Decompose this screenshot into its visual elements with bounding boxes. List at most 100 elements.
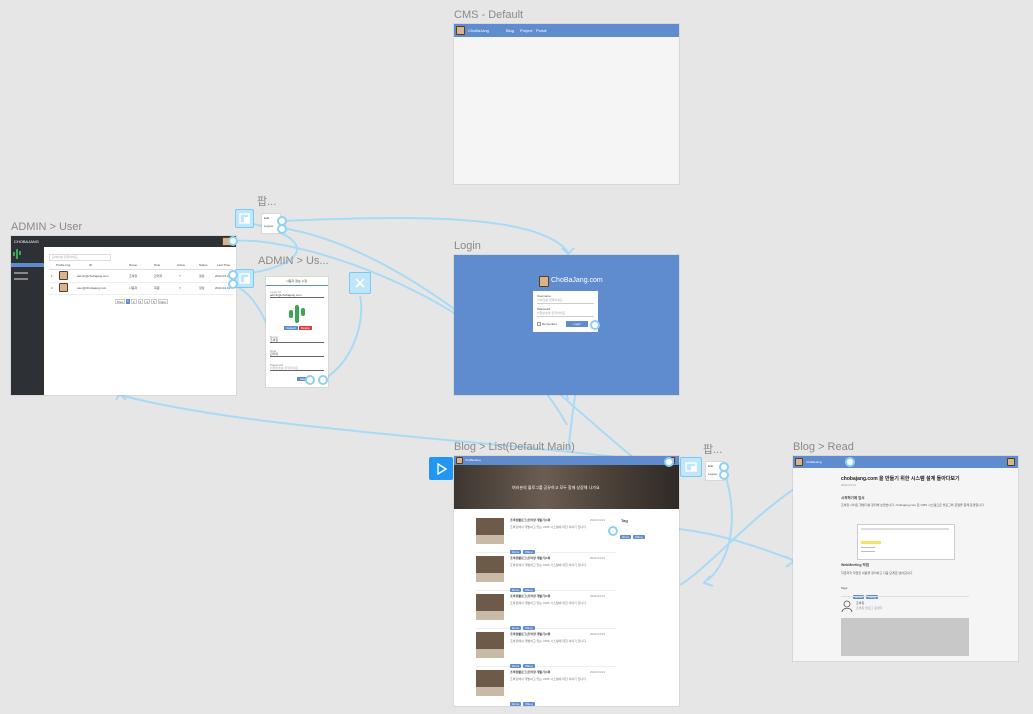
sidebar-item-2[interactable]	[14, 278, 28, 280]
post-thumbnail	[476, 632, 504, 658]
password-input[interactable]: 비밀번호를 입력하세요	[537, 311, 594, 317]
pager-page-3[interactable]: 3	[137, 299, 144, 304]
login-id-field[interactable]: Login Id admin@chobajang.com	[270, 290, 324, 298]
brand-logo-icon	[795, 458, 803, 466]
link-handle[interactable]	[277, 224, 287, 234]
delete-button[interactable]: Delete	[299, 326, 312, 330]
board-label-cms-default[interactable]: CMS - Default	[454, 9, 523, 21]
admin-brand: CHOBAJANG	[14, 239, 39, 244]
password-field[interactable]: Password 비밀번호를 입력하세요	[270, 363, 324, 371]
popup-item-edit[interactable]: Edit	[708, 464, 713, 468]
link-handle[interactable]	[305, 375, 315, 385]
tag-pill[interactable]: #cms	[620, 535, 632, 539]
pager-next[interactable]: Next	[157, 299, 168, 304]
brand-name: ChoBaJang	[806, 460, 822, 464]
edit-modal-header: 사용자 정보 수정	[266, 277, 328, 286]
close-overlay-hotspot[interactable]	[349, 272, 371, 294]
top-nav-bar: ChoBaJang	[793, 456, 1018, 468]
link-handle[interactable]	[590, 320, 600, 330]
link-handle[interactable]	[664, 457, 674, 467]
board-cms-default[interactable]: ChoBaJang Blog Project Portal	[454, 24, 679, 184]
list-item[interactable]: 조바장블로그(조바장 개발기)1화 2022.04.01 조바장에서 개발하고 …	[476, 628, 616, 668]
board-admin-user[interactable]: CHOBAJANG 검색어를 입력하세요 Profile Img ID Name…	[11, 236, 236, 395]
board-admin-user-edit[interactable]: 사용자 정보 수정 Login Id admin@chobajang.com U…	[266, 277, 328, 387]
section-heading: WebMeeting 작업	[841, 563, 869, 567]
pagination: Prev 1 2 3 4 5 Next	[115, 299, 168, 304]
upload-button[interactable]: Upload	[284, 326, 298, 330]
post-list: 조바장블로그(조바장 개발기)1화 2022.04.01 조바장에서 개발하고 …	[476, 514, 616, 706]
pager-page-4[interactable]: 4	[144, 299, 150, 304]
board-label-admin-user[interactable]: ADMIN > User	[11, 221, 82, 233]
pager-page-5[interactable]: 5	[150, 299, 157, 304]
link-handle[interactable]	[719, 470, 729, 480]
overlay-hotspot-icon[interactable]	[235, 209, 254, 228]
post-thumbnail	[476, 594, 504, 620]
tag-list: #cms #blog	[620, 525, 647, 543]
board-label-login[interactable]: Login	[454, 240, 481, 252]
author-name: 조바장	[856, 601, 865, 605]
post-thumbnail	[476, 556, 504, 582]
role-field[interactable]: Role 관리자	[270, 349, 324, 357]
section-heading: 시작하기에 앞서	[841, 496, 865, 500]
post-body: 조바장 사이트 개발기를 정리해 보았습니다. chobajang.com 은 …	[841, 503, 985, 507]
board-blog-list[interactable]: ChoBaJang 여러분의 블로그를 공유하고 모두 함께 성장해 나가요 T…	[454, 456, 679, 706]
top-nav-bar: ChoBaJang Blog Project Portal	[454, 24, 679, 37]
list-item[interactable]: 조바장블로그(조바장 개발기)1화 2022.04.01 조바장에서 개발하고 …	[476, 590, 616, 630]
username-input[interactable]: 아이디를 입력하세요	[537, 298, 594, 304]
pager-page-2[interactable]: 2	[130, 299, 137, 304]
board-label-blog-read[interactable]: Blog > Read	[793, 441, 854, 453]
admin-table-header: Profile Img ID Name Role Active Status L…	[49, 263, 233, 270]
popup-item-logout[interactable]: Logout	[708, 472, 717, 476]
popup-item-edit[interactable]: Edit	[264, 216, 269, 220]
pager-prev[interactable]: Prev	[115, 299, 126, 304]
nav-blog[interactable]: Blog	[506, 28, 514, 33]
popup-item-logout[interactable]: Logout	[264, 224, 273, 228]
list-item[interactable]: 조바장블로그(조바장 개발기)1화 2022.04.01 조바장에서 개발하고 …	[476, 666, 616, 706]
play-icon	[437, 462, 447, 475]
hero-banner: 여러분의 블로그를 공유하고 모두 함께 성장해 나가요	[454, 465, 679, 509]
tag-pill[interactable]: #blog	[633, 535, 645, 539]
remember-checkbox[interactable]	[537, 322, 541, 326]
name-field[interactable]: Name 조바장	[270, 335, 324, 343]
board-label-popup-2[interactable]: 팝...	[703, 441, 722, 457]
brand-logo-icon	[456, 457, 463, 464]
board-label-blog-list[interactable]: Blog > List(Default Main)	[454, 441, 575, 453]
divider	[841, 596, 969, 597]
board-label-popup-1[interactable]: 팝...	[257, 193, 276, 209]
admin-sidebar	[11, 247, 44, 395]
board-login[interactable]: ChoBaJang.com Username 아이디를 입력하세요 Passwo…	[454, 255, 679, 395]
login-button[interactable]: Login	[566, 321, 588, 327]
admin-top-bar: CHOBAJANG	[11, 236, 236, 247]
table-row[interactable]: 2 user@chobajang.com 사용자 회원 Y 정상 2022-04…	[49, 282, 233, 295]
link-handle[interactable]	[228, 236, 238, 246]
author-sub: 조바장 블로그 운영자	[856, 606, 883, 610]
list-item[interactable]: 조바장블로그(조바장 개발기)1화 2022.04.01 조바장에서 개발하고 …	[476, 514, 616, 554]
sidebar-item-1[interactable]	[14, 272, 28, 274]
post-thumbnail	[476, 670, 504, 696]
brand-name: ChoBaJang	[465, 458, 481, 462]
avatar	[59, 271, 68, 280]
cactus-icon	[13, 249, 21, 259]
brand-logo-icon	[456, 26, 465, 35]
board-blog-read[interactable]: ChoBaJang chobajang.com 을 만들기 위한 시스템 설계 …	[793, 456, 1018, 661]
overlay-hotspot-icon[interactable]	[680, 457, 702, 477]
cactus-icon	[289, 305, 305, 323]
link-handle[interactable]	[845, 457, 855, 467]
nav-portal[interactable]: Portal	[536, 28, 546, 33]
link-handle[interactable]	[228, 279, 238, 289]
nav-project[interactable]: Project	[520, 28, 532, 33]
admin-search-input[interactable]: 검색어를 입력하세요	[49, 254, 111, 261]
hero-text: 여러분의 블로그를 공유하고 모두 함께 성장해 나가요	[512, 485, 600, 490]
link-handle[interactable]	[318, 375, 328, 385]
play-prototype-button[interactable]	[429, 457, 453, 480]
sidebar-item-user-active[interactable]	[11, 263, 44, 267]
login-brand: ChoBaJang.com	[551, 277, 603, 284]
pager-page-1[interactable]: 1	[126, 299, 130, 304]
list-item[interactable]: 조바장블로그(조바장 개발기)1화 2022.04.01 조바장에서 개발하고 …	[476, 552, 616, 592]
post-body: 지금까지 작업한 내용을 정리하고 다음 단계로 넘어갑니다.	[841, 571, 914, 575]
avatar-icon[interactable]	[1007, 458, 1015, 466]
tag-heading: Tag	[621, 518, 628, 523]
board-label-admin-user-edit[interactable]: ADMIN > Us...	[258, 255, 329, 267]
brand-logo-icon	[539, 276, 549, 287]
link-handle[interactable]	[608, 526, 618, 536]
